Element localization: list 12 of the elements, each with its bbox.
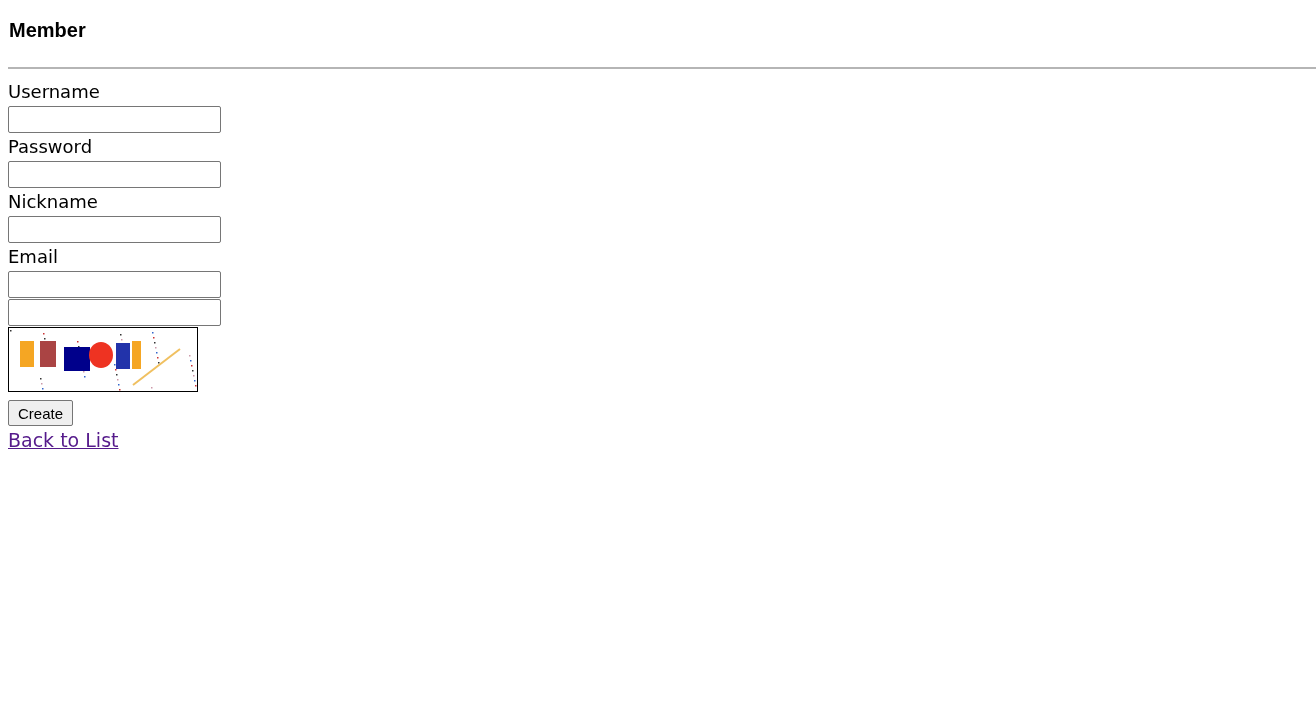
field-label: Email (8, 245, 58, 269)
create-button[interactable]: Create (8, 400, 74, 426)
form-title: Member (9, 18, 86, 43)
field-label: Password (8, 135, 93, 159)
input-field[interactable] (8, 161, 221, 188)
field-label: Nickname (8, 190, 98, 214)
input-field[interactable] (8, 299, 221, 326)
field-label: Username (8, 80, 100, 104)
input-field[interactable] (8, 271, 221, 298)
input-field[interactable] (8, 216, 221, 243)
back-link[interactable]: Back to List (8, 429, 119, 451)
input-field[interactable] (8, 106, 221, 133)
